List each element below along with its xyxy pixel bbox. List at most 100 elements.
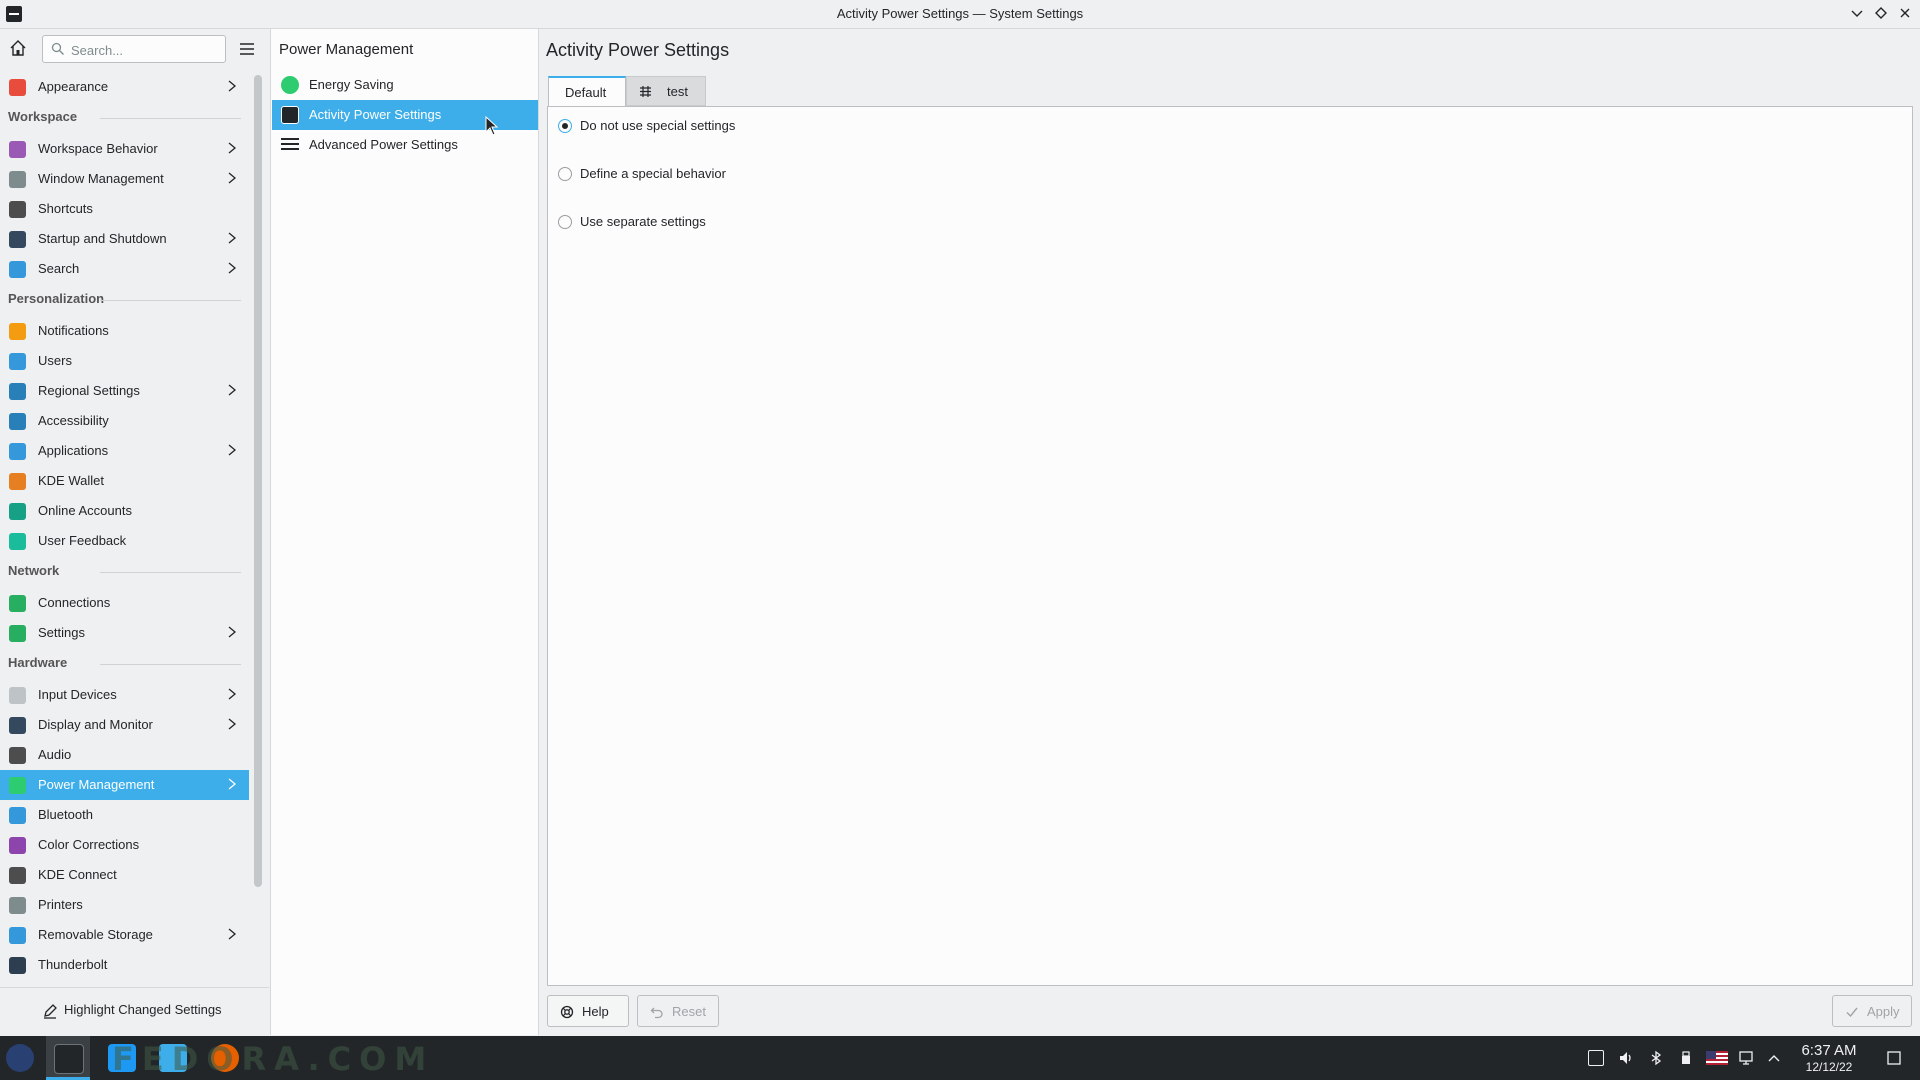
- sidebar-item-window-management[interactable]: Window Management: [0, 164, 249, 194]
- sidebar-item-search[interactable]: Search: [0, 254, 249, 284]
- sidebar-item-bluetooth[interactable]: Bluetooth: [0, 800, 249, 830]
- sidebar-item-online-accounts[interactable]: Online Accounts: [0, 496, 249, 526]
- sidebar-item-display-and-monitor[interactable]: Display and Monitor: [0, 710, 249, 740]
- sidebar-item-shortcuts[interactable]: Shortcuts: [0, 194, 249, 224]
- startup-icon: [9, 231, 26, 248]
- sidebar-item-label: Bluetooth: [38, 807, 93, 822]
- sidebar-item-settings[interactable]: Settings: [0, 618, 249, 648]
- volume-icon[interactable]: [1618, 1050, 1634, 1066]
- sidebar-item-label: Applications: [38, 443, 109, 458]
- sidebar-item-label: Appearance: [38, 79, 109, 94]
- subcategory-header: Power Management: [279, 41, 414, 58]
- sidebar-scrollbar[interactable]: [254, 75, 262, 887]
- printer-icon: [9, 897, 26, 914]
- search-box[interactable]: [42, 35, 226, 63]
- chevron-right-icon: [228, 232, 237, 244]
- bluetooth-icon[interactable]: [1648, 1050, 1664, 1066]
- chevron-right-icon: [228, 262, 237, 274]
- sidebar-item-startup-and-shutdown[interactable]: Startup and Shutdown: [0, 224, 249, 254]
- help-button-label: Help: [582, 1004, 609, 1019]
- chevron-right-icon: [228, 928, 237, 940]
- diamond-icon: [1875, 7, 1887, 19]
- sidebar-item-audio[interactable]: Audio: [0, 740, 249, 770]
- option-label: Do not use special settings: [580, 118, 736, 133]
- keyboard-layout-flag-icon[interactable]: [1706, 1050, 1728, 1066]
- sidebar-item-color-corrections[interactable]: Color Corrections: [0, 830, 249, 860]
- system-settings-icon: [54, 1044, 84, 1074]
- sidebar-item-power-management[interactable]: Power Management: [0, 770, 249, 800]
- sidebar-item-thunderbolt[interactable]: Thunderbolt: [0, 950, 249, 980]
- usb-icon: [9, 927, 26, 944]
- section-divider-row: [0, 109, 241, 127]
- help-button[interactable]: Help: [547, 995, 629, 1027]
- sidebar-item-label: Notifications: [38, 323, 109, 338]
- tab-default-label: Default: [565, 85, 607, 100]
- fedora-launcher-icon[interactable]: [6, 1044, 34, 1072]
- network-icon[interactable]: [1738, 1050, 1754, 1066]
- apply-button[interactable]: Apply: [1832, 995, 1912, 1027]
- highlight-changed-settings-label: Highlight Changed Settings: [64, 1002, 222, 1017]
- power-icon: [9, 777, 26, 794]
- sidebar-item-label: Workspace Behavior: [38, 141, 158, 156]
- title-bar: Activity Power Settings — System Setting…: [0, 0, 1920, 29]
- clock[interactable]: 6:37 AM 12/12/22: [1790, 1042, 1868, 1074]
- sidebar-item-input-devices[interactable]: Input Devices: [0, 680, 249, 710]
- sidebar-item-label: Settings: [38, 625, 85, 640]
- maximize-button[interactable]: [1871, 4, 1891, 24]
- workspace-behavior-icon: [9, 141, 26, 158]
- sidebar-item-regional-settings[interactable]: Regional Settings: [0, 376, 249, 406]
- sidebar-item-label: Users: [38, 353, 72, 368]
- sidebar-item-removable-storage[interactable]: Removable Storage: [0, 920, 249, 950]
- clipboard-icon[interactable]: [1588, 1050, 1604, 1066]
- sidebar-item-user-feedback[interactable]: User Feedback: [0, 526, 249, 556]
- chevron-right-icon: [228, 626, 237, 638]
- sidebar-item-kde-connect[interactable]: KDE Connect: [0, 860, 249, 890]
- sidebar-item-applications[interactable]: Applications: [0, 436, 249, 466]
- home-icon: [10, 40, 26, 56]
- home-button[interactable]: [8, 38, 32, 62]
- chevron-right-icon: [228, 718, 237, 730]
- sidebar-item-accessibility[interactable]: Accessibility: [0, 406, 249, 436]
- main-content: Activity Power Settings Default test Do …: [540, 29, 1920, 1035]
- radio-button[interactable]: [558, 215, 572, 229]
- chevron-up-icon[interactable]: [1766, 1050, 1782, 1066]
- chevron-right-icon: [228, 172, 237, 184]
- task-system-settings[interactable]: [46, 1036, 90, 1080]
- mouse-cursor-icon: [485, 116, 499, 136]
- sidebar-item-label: Printers: [38, 897, 83, 912]
- sidebar-item-label: Regional Settings: [38, 383, 140, 398]
- section-divider: [100, 118, 241, 119]
- show-desktop-icon[interactable]: [1886, 1050, 1902, 1066]
- sidebar-item-label: KDE Wallet: [38, 473, 104, 488]
- sidebar-item-connections[interactable]: Connections: [0, 588, 249, 618]
- radio-button[interactable]: [558, 167, 572, 181]
- close-button[interactable]: [1895, 4, 1915, 24]
- minimize-button[interactable]: [1847, 4, 1867, 24]
- sidebar-item-notifications[interactable]: Notifications: [0, 316, 249, 346]
- highlight-changed-settings-button[interactable]: Highlight Changed Settings: [0, 987, 269, 1032]
- sidebar-item-kde-wallet[interactable]: KDE Wallet: [0, 466, 249, 496]
- sidebar-item-workspace-behavior[interactable]: Workspace Behavior: [0, 134, 249, 164]
- settings-panel: Do not use special settings Define a spe…: [547, 106, 1913, 986]
- subcategory-item-energy-saving[interactable]: Energy Saving: [272, 70, 538, 100]
- sidebar-item-appearance[interactable]: Appearance: [0, 72, 249, 102]
- sidebar-item-users[interactable]: Users: [0, 346, 249, 376]
- clock-time: 6:37 AM: [1801, 1042, 1857, 1059]
- section-divider-row: [0, 563, 241, 581]
- tab-test[interactable]: test: [626, 76, 706, 106]
- subcategory-panel: Power Management Energy Saving Activity P…: [270, 29, 539, 1035]
- scrollbar-thumb[interactable]: [254, 75, 262, 887]
- reset-button[interactable]: Reset: [637, 995, 719, 1027]
- tab-default[interactable]: Default: [548, 76, 626, 106]
- chevron-right-icon: [228, 688, 237, 700]
- sidebar-item-printers[interactable]: Printers: [0, 890, 249, 920]
- usb-drive-icon[interactable]: [1678, 1050, 1694, 1066]
- help-icon: [560, 1005, 574, 1019]
- network-settings-icon: [9, 625, 26, 642]
- sidebar-item-label: User Feedback: [38, 533, 127, 548]
- pencil-icon: [44, 1004, 57, 1019]
- radio-button[interactable]: [558, 119, 572, 133]
- hamburger-menu-button[interactable]: [238, 40, 256, 58]
- search-input[interactable]: [69, 39, 223, 61]
- section-divider: [100, 572, 241, 573]
